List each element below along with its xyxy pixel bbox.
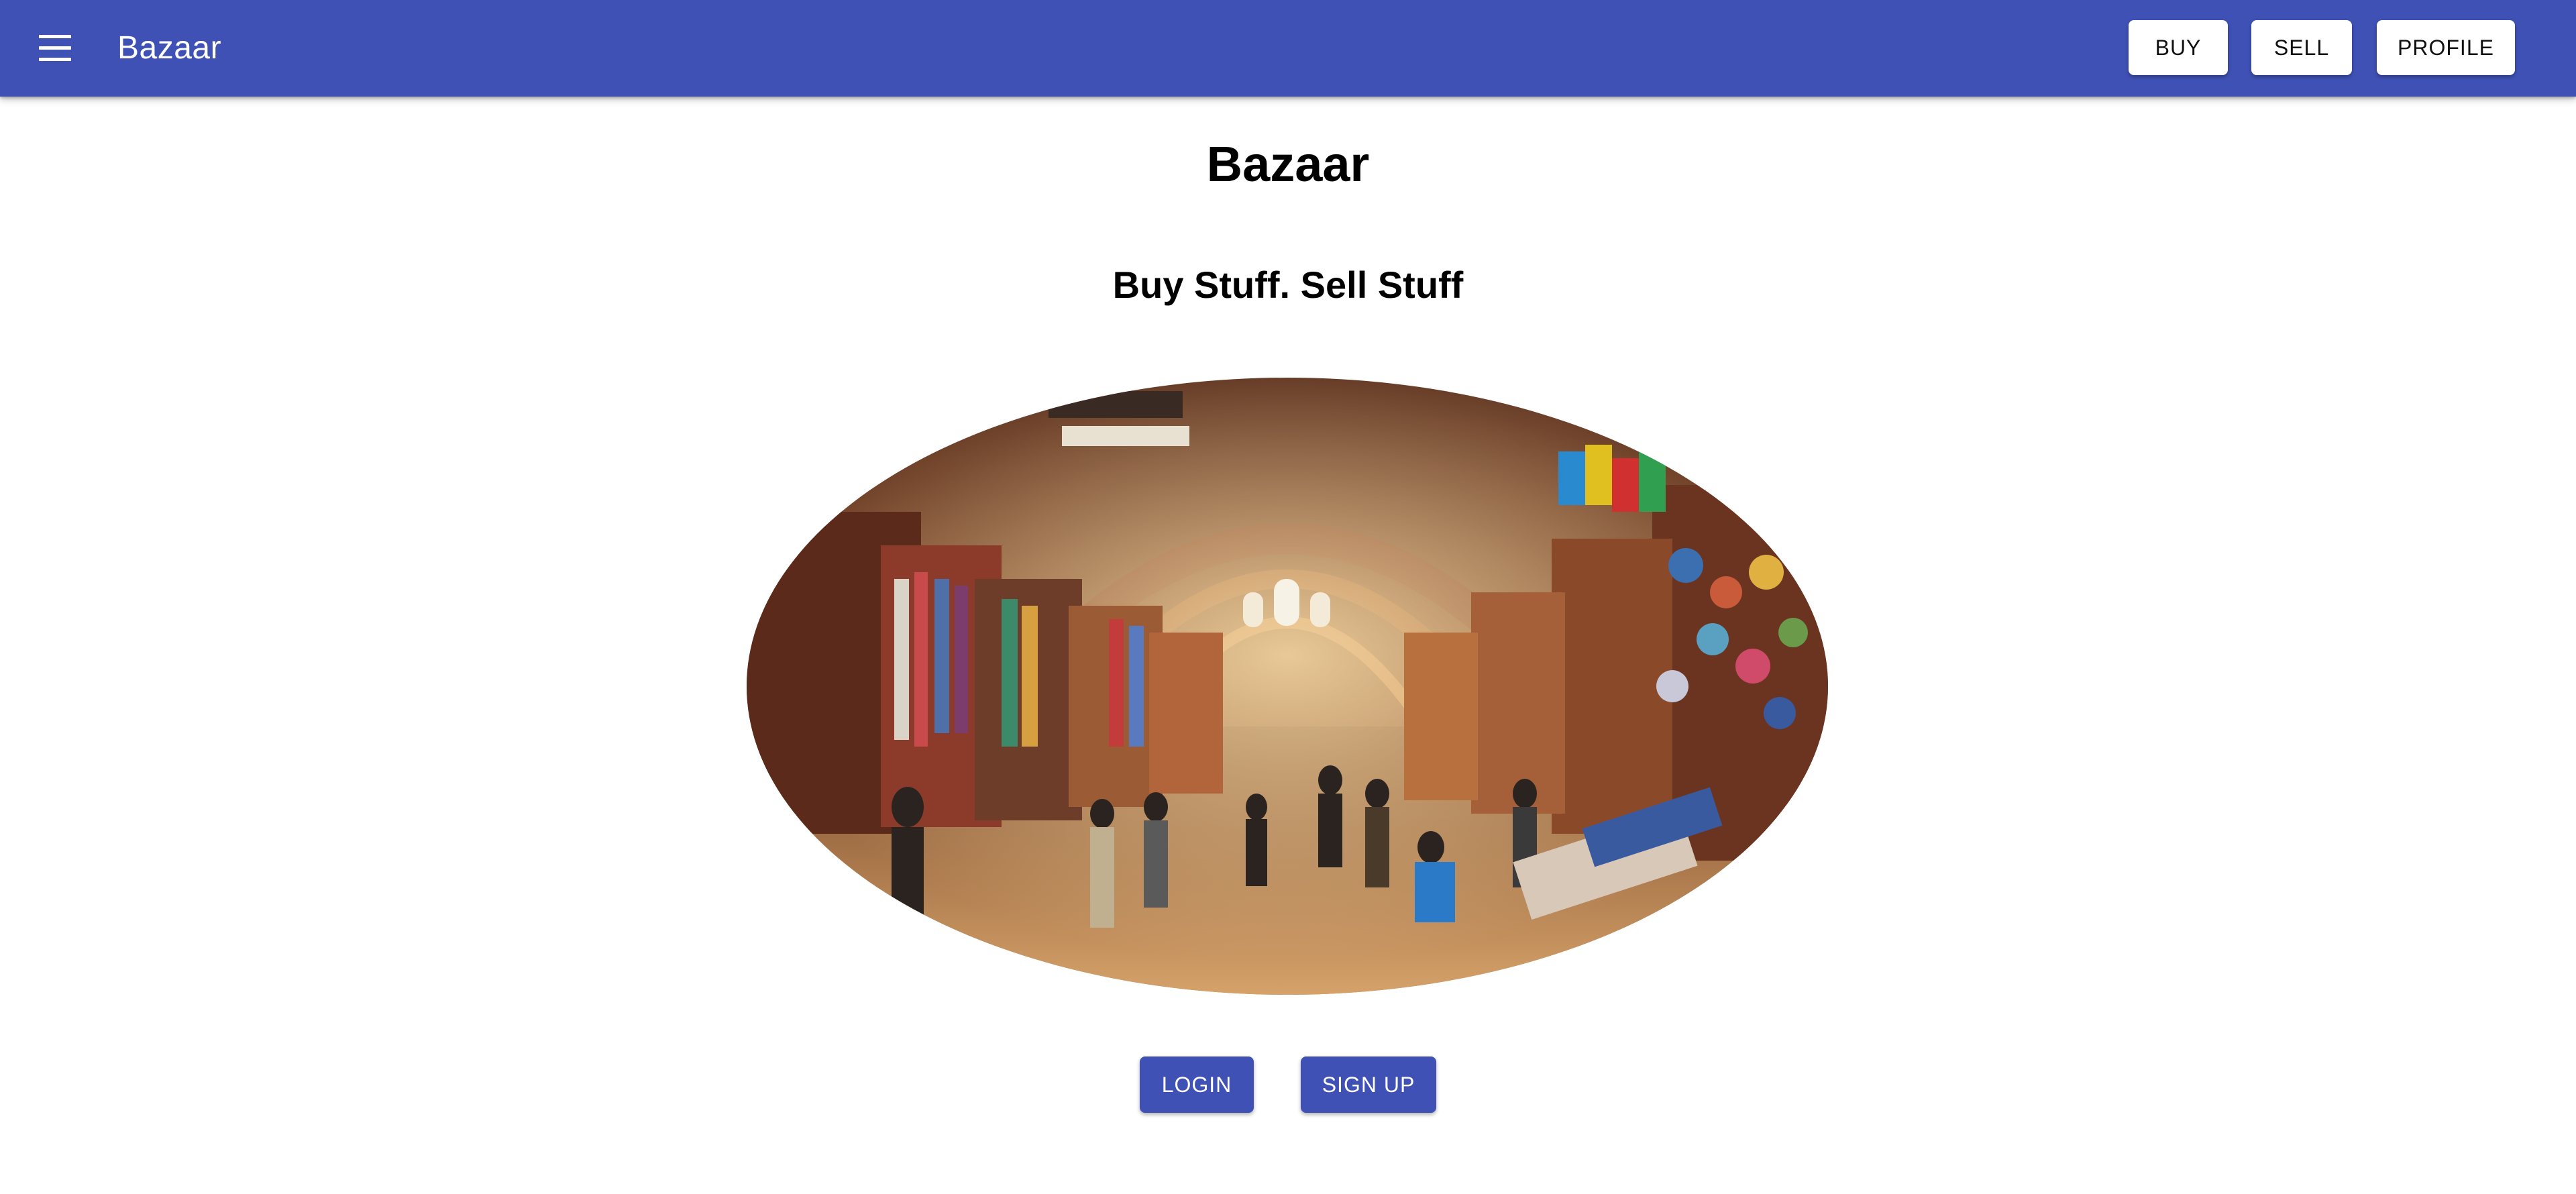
bazaar-photo: [747, 378, 1828, 995]
signup-button[interactable]: SIGN UP: [1301, 1056, 1436, 1113]
menu-icon[interactable]: [39, 35, 71, 62]
profile-button[interactable]: PROFILE: [2377, 20, 2515, 75]
page-title: Bazaar: [1206, 136, 1370, 192]
sell-button[interactable]: SELL: [2251, 20, 2352, 75]
app-title: Bazaar: [117, 30, 222, 66]
app-bar: Bazaar BUY SELL PROFILE: [0, 0, 2576, 97]
login-button[interactable]: LOGIN: [1140, 1056, 1254, 1113]
hero-image: [747, 378, 1828, 995]
tagline: Buy Stuff. Sell Stuff: [1112, 264, 1464, 306]
buy-button[interactable]: BUY: [2129, 20, 2228, 75]
